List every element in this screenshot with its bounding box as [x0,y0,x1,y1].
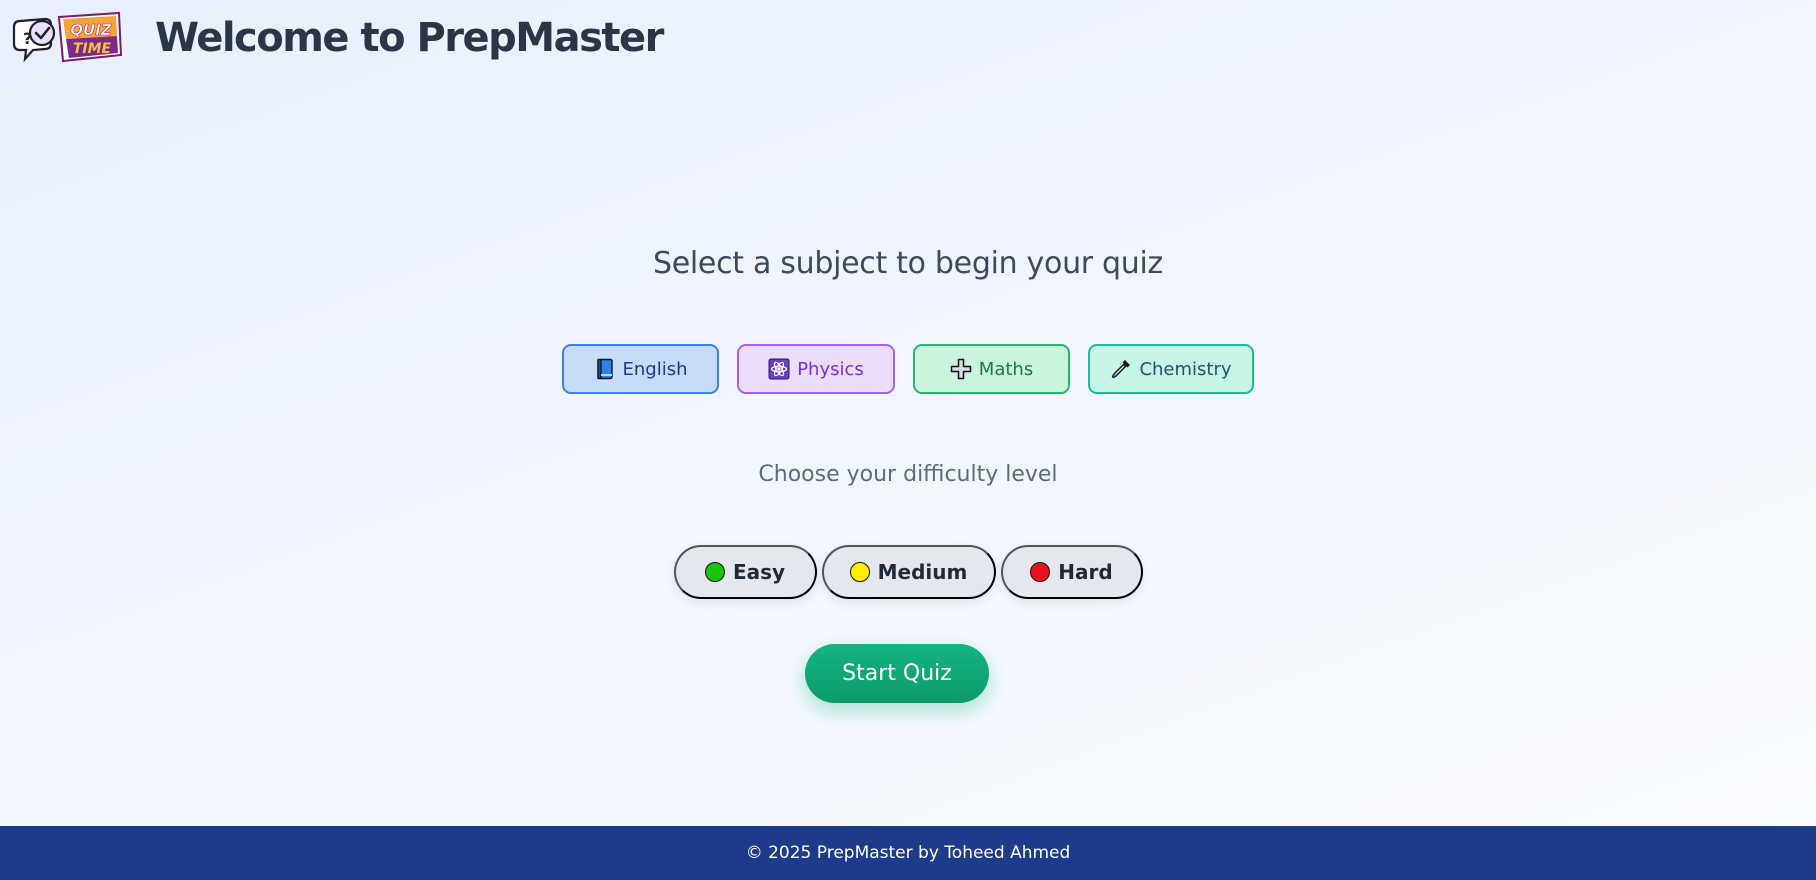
difficulty-medium-button[interactable]: Medium [821,545,996,599]
page-title: Welcome to PrepMaster [155,15,664,61]
subject-selector: English Physics Maths Chemistry [0,344,1816,394]
difficulty-easy-label: Easy [732,560,786,584]
quiz-time-logo[interactable]: QUIZ TIME ? [11,9,125,67]
difficulty-medium-label: Medium [877,560,968,584]
book-icon [594,358,616,380]
logo-text-quiz: QUIZ [70,21,113,39]
subject-chemistry-label: Chemistry [1139,358,1232,380]
difficulty-easy-button[interactable]: Easy [673,545,817,599]
difficulty-selector: Easy Medium Hard [0,545,1816,599]
difficulty-hard-label: Hard [1058,560,1113,584]
subject-chemistry-button[interactable]: Chemistry [1088,344,1254,394]
subject-english-button[interactable]: English [562,344,719,394]
green-circle-icon [704,562,725,582]
atom-icon [768,358,790,380]
logo-text-time: TIME [73,41,112,57]
pipette-icon [1110,358,1132,380]
subject-maths-button[interactable]: Maths [913,344,1070,394]
footer: © 2025 PrepMaster by Toheed Ahmed [0,826,1816,880]
red-circle-icon [1030,562,1051,582]
start-quiz-button[interactable]: Start Quiz [805,644,989,703]
subject-english-label: English [622,358,688,380]
footer-copyright: © 2025 PrepMaster by Toheed Ahmed [745,843,1071,863]
difficulty-hard-button[interactable]: Hard [1000,545,1143,599]
plus-icon [950,358,972,380]
yellow-circle-icon [849,562,870,582]
subject-physics-button[interactable]: Physics [737,344,895,394]
header: QUIZ TIME ? Welcome to PrepMaster [0,0,1816,76]
subject-prompt: Select a subject to begin your quiz [653,246,1163,281]
difficulty-prompt: Choose your difficulty level [758,462,1058,487]
subject-maths-label: Maths [978,358,1034,380]
subject-physics-label: Physics [797,358,864,380]
